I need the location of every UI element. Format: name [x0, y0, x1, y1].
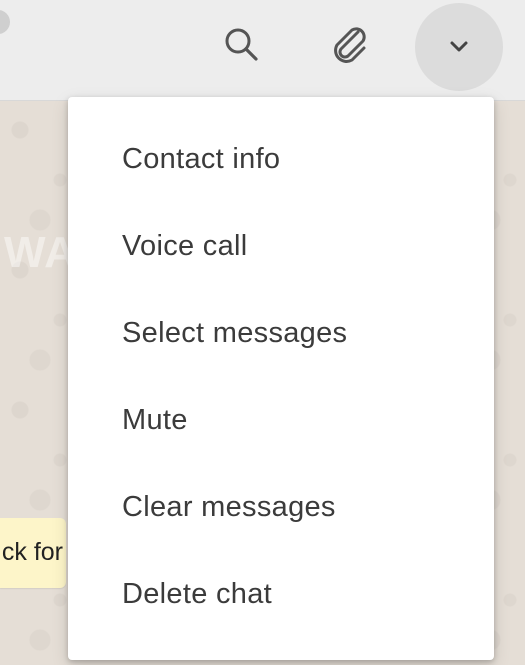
search-button[interactable] — [213, 16, 269, 72]
search-icon — [225, 28, 258, 61]
menu-item-delete-chat[interactable]: Delete chat — [68, 551, 494, 637]
menu-item-label: Delete chat — [122, 577, 272, 610]
attach-button[interactable] — [322, 16, 378, 72]
avatar-edge — [0, 10, 10, 34]
chevron-down-icon — [450, 41, 468, 52]
menu-item-voice-call[interactable]: Voice call — [68, 203, 494, 289]
menu-item-mute[interactable]: Mute — [68, 377, 494, 463]
menu-item-contact-info[interactable]: Contact info — [68, 116, 494, 202]
menu-item-select-messages[interactable]: Select messages — [68, 290, 494, 376]
menu-item-label: Contact info — [122, 142, 281, 175]
chat-header — [0, 0, 525, 101]
paperclip-icon — [334, 27, 366, 63]
menu-item-label: Mute — [122, 403, 188, 436]
menu-item-label: Voice call — [122, 229, 248, 262]
message-text: ck for — [1, 538, 63, 566]
menu-item-label: Clear messages — [122, 490, 336, 523]
menu-item-clear-messages[interactable]: Clear messages — [68, 464, 494, 550]
chat-menu-dropdown: Contact info Voice call Select messages … — [68, 97, 494, 660]
menu-button[interactable] — [415, 3, 503, 91]
message-bubble: ck for — [0, 518, 66, 588]
menu-item-label: Select messages — [122, 316, 348, 349]
